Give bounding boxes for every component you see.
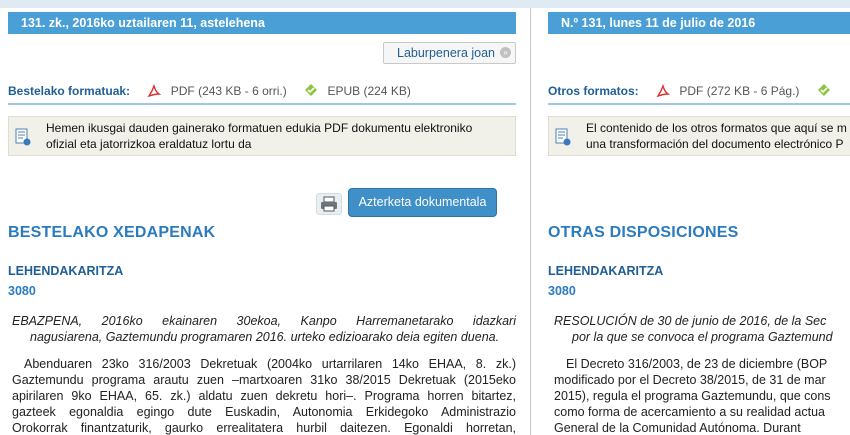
document-info-icon xyxy=(15,128,31,146)
section-title: BESTELAKO XEDAPENAK xyxy=(8,224,216,241)
organization: LEHENDAKARITZA xyxy=(548,264,664,278)
body-line: Abenduaren 23ko 316/2003 Dekretuak (2004… xyxy=(24,357,516,371)
notice-line-2: una transformación del documento electró… xyxy=(586,137,844,151)
epub-link[interactable]: EPUB (224 KB) xyxy=(327,84,410,98)
formats-divider xyxy=(8,103,516,105)
resolution-title: RESOLUCIÓN de 30 de junio de 2016, de la… xyxy=(554,313,850,345)
other-formats-label: Otros formatos: xyxy=(548,84,639,98)
notice-text: El contenido de los otros formatos que a… xyxy=(586,120,849,152)
jump-button-label: Laburpenera joan xyxy=(397,46,495,60)
other-formats-row: Bestelako formatuak: PDF (243 KB - 6 orr… xyxy=(8,82,411,100)
body-text: Abenduaren 23ko 316/2003 Dekretuak (2004… xyxy=(12,356,516,435)
basque-column: 131. zk., 2016ko uztailaren 11, astelehe… xyxy=(0,8,522,435)
column-divider xyxy=(530,8,531,435)
resolution-line: EBAZPENA, 2016ko ekainaren 30ekoa, Kanpo… xyxy=(12,314,516,328)
resolution-title: EBAZPENA, 2016ko ekainaren 30ekoa, Kanpo… xyxy=(12,313,516,345)
body-line: Gaztemundu programa arautu zuen –martxoa… xyxy=(12,373,516,387)
document-analysis-button[interactable]: Azterketa dokumentala xyxy=(348,188,497,217)
epub-icon[interactable] xyxy=(817,83,831,97)
body-line: como forma de acercamiento a su realidad… xyxy=(554,405,825,419)
pdf-link[interactable]: PDF (272 KB - 6 Pág.) xyxy=(679,84,799,98)
jump-to-summary-button[interactable]: Laburpenera joan » xyxy=(383,42,516,64)
arrow-circle-icon: » xyxy=(500,47,511,58)
formats-notice: Hemen ikusgai dauden gainerako formatuen… xyxy=(8,116,516,156)
print-icon[interactable] xyxy=(316,193,342,215)
body-line: gazteek egonaldia egingo dute Euskadin, … xyxy=(12,405,516,419)
body-line: El Decreto 316/2003, de 23 de diciembre … xyxy=(566,357,828,371)
formats-notice: El contenido de los otros formatos que a… xyxy=(548,116,850,156)
other-formats-label: Bestelako formatuak: xyxy=(8,84,131,98)
notice-line-1: El contenido de los otros formatos que a… xyxy=(586,121,847,135)
resolution-line: nagusiarena, Gaztemundu programaren 2016… xyxy=(30,330,500,344)
disposition-number: 3080 xyxy=(8,284,36,298)
organization: LEHENDAKARITZA xyxy=(8,264,124,278)
pdf-icon[interactable] xyxy=(656,84,671,98)
top-strip xyxy=(0,0,850,8)
pdf-link[interactable]: PDF (243 KB - 6 orri.) xyxy=(171,84,287,98)
notice-line-2: ofizial eta jatorrizkoa eraldatuz lortu … xyxy=(46,137,252,151)
bulletin-header: N.º 131, lunes 11 de julio de 2016 xyxy=(548,12,850,34)
section-title: OTRAS DISPOSICIONES xyxy=(548,224,739,241)
pdf-icon[interactable] xyxy=(147,84,162,98)
bulletin-header: 131. zk., 2016ko uztailaren 11, astelehe… xyxy=(8,12,516,34)
document-info-icon xyxy=(555,128,571,146)
other-formats-row: Otros formatos: PDF (272 KB - 6 Pág.) xyxy=(548,82,831,100)
notice-line-1: Hemen ikusgai dauden gainerako formatuen… xyxy=(46,121,473,135)
body-line: modificado por el Decreto 38/2015, de 31… xyxy=(554,373,826,387)
body-line: apirilaren 9ko EHAA, 65. zk.) aldatu zue… xyxy=(12,389,516,403)
body-line: Orokorrak finantzaturik, gaurko errealit… xyxy=(12,421,516,435)
epub-icon[interactable] xyxy=(304,83,318,97)
spanish-column: N.º 131, lunes 11 de julio de 2016 Otros… xyxy=(540,8,850,435)
formats-divider xyxy=(548,103,850,105)
resolution-line: por la que se convoca el programa Gaztem… xyxy=(572,330,833,344)
body-line: General de la Comunidad Autónoma. Durant xyxy=(554,421,801,435)
notice-text: Hemen ikusgai dauden gainerako formatuen… xyxy=(46,120,507,152)
body-text: El Decreto 316/2003, de 23 de diciembre … xyxy=(554,356,850,435)
disposition-number: 3080 xyxy=(548,284,576,298)
resolution-line: RESOLUCIÓN de 30 de junio de 2016, de la… xyxy=(554,314,827,328)
body-line: 2015), regula el programa Gaztemundu, qu… xyxy=(554,389,831,403)
